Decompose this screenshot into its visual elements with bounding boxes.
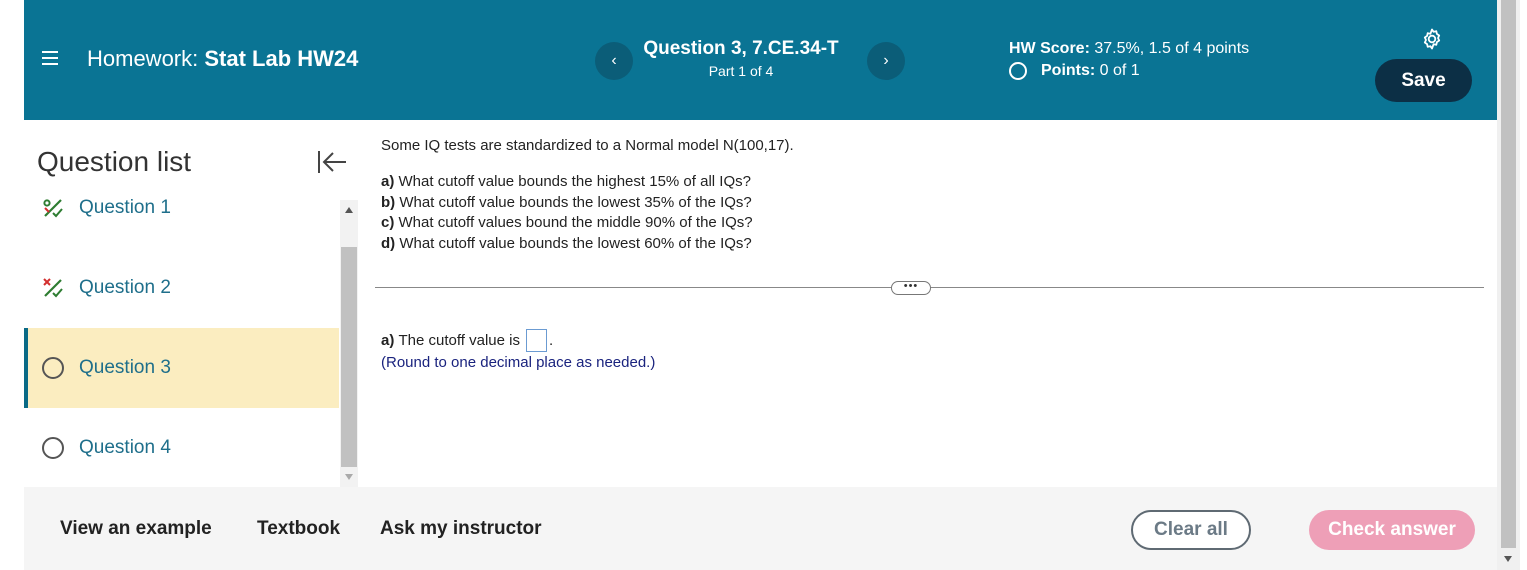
expand-ellipsis-button[interactable]: •••	[891, 281, 931, 295]
question-title: Question 3, 7.CE.34-T	[643, 38, 839, 59]
question-part-d: d) What cutoff value bounds the lowest 6…	[381, 234, 752, 252]
homework-name: Stat Lab HW24	[204, 46, 359, 71]
page-scrollbar[interactable]	[1497, 0, 1520, 570]
answer-letter: a)	[381, 332, 395, 349]
question-part-a: a) What cutoff value bounds the highest …	[381, 173, 751, 190]
check-answer-button[interactable]: Check answer	[1309, 510, 1475, 550]
save-button[interactable]: Save	[1375, 59, 1472, 102]
clear-all-button[interactable]: Clear all	[1131, 510, 1251, 550]
question-part-c: c) What cutoff values bound the middle 9…	[381, 214, 753, 231]
partial-credit-icon	[43, 278, 63, 298]
top-bar: Homework: Stat Lab HW24 ‹ Question 3, 7.…	[24, 0, 1497, 120]
hw-score: HW Score: 37.5%, 1.5 of 4 points	[1009, 40, 1249, 58]
question-label: Question 3	[79, 357, 171, 378]
scrollbar-thumb[interactable]	[341, 247, 357, 467]
question-list-item-3[interactable]: Question 3	[24, 328, 339, 408]
answer-input[interactable]	[525, 329, 547, 352]
points-label: Points:	[1041, 62, 1096, 79]
question-list-item-2[interactable]: Question 2	[24, 248, 339, 328]
homework-title: Homework: Stat Lab HW24	[87, 46, 358, 72]
view-example-link[interactable]: View an example	[60, 518, 212, 540]
answer-row: a) The cutoff value is .	[381, 329, 553, 352]
question-list-panel: Question list Question 1 Question 2 Ques…	[24, 120, 361, 487]
points-circle-icon	[1009, 62, 1027, 80]
question-content: Some IQ tests are standardized to a Norm…	[375, 120, 1491, 487]
question-list-scrollbar[interactable]	[340, 200, 358, 487]
partial-credit-icon	[43, 199, 63, 218]
answer-period: .	[548, 332, 554, 349]
points: Points: 0 of 1	[1009, 62, 1140, 80]
rounding-note: (Round to one decimal place as needed.)	[381, 354, 656, 371]
homework-label: Homework:	[87, 46, 199, 71]
question-list-item-4[interactable]: Question 4	[24, 408, 339, 488]
scroll-down-arrow-icon[interactable]	[345, 474, 353, 480]
page-scrollbar-thumb[interactable]	[1501, 0, 1516, 548]
question-part-b: b) What cutoff value bounds the lowest 3…	[381, 193, 752, 211]
gear-icon[interactable]	[1420, 27, 1444, 51]
scroll-up-arrow-icon[interactable]	[345, 207, 353, 213]
question-label: Question 2	[79, 277, 171, 298]
points-value: 0 of 1	[1099, 62, 1140, 79]
menu-icon[interactable]	[42, 51, 58, 65]
circle-icon	[42, 357, 64, 379]
next-question-button[interactable]: ›	[867, 42, 905, 80]
page-scroll-down-arrow-icon[interactable]	[1504, 556, 1512, 562]
footer-bar: View an example Textbook Ask my instruct…	[24, 487, 1497, 570]
question-intro: Some IQ tests are standardized to a Norm…	[381, 137, 794, 154]
chevron-right-icon: ›	[883, 52, 889, 69]
question-label: Question 1	[79, 197, 171, 218]
hw-score-label: HW Score:	[1009, 40, 1090, 57]
answer-prompt: The cutoff value is	[398, 332, 520, 349]
question-label: Question 4	[79, 437, 171, 458]
question-part: Part 1 of 4	[708, 63, 774, 79]
textbook-link[interactable]: Textbook	[257, 518, 340, 540]
circle-icon	[42, 437, 64, 459]
question-list-item-1[interactable]: Question 1	[24, 168, 339, 248]
hw-score-value: 37.5%, 1.5 of 4 points	[1094, 40, 1250, 57]
question-parts: a) What cutoff value bounds the highest …	[381, 172, 753, 254]
ask-instructor-link[interactable]: Ask my instructor	[380, 518, 542, 540]
